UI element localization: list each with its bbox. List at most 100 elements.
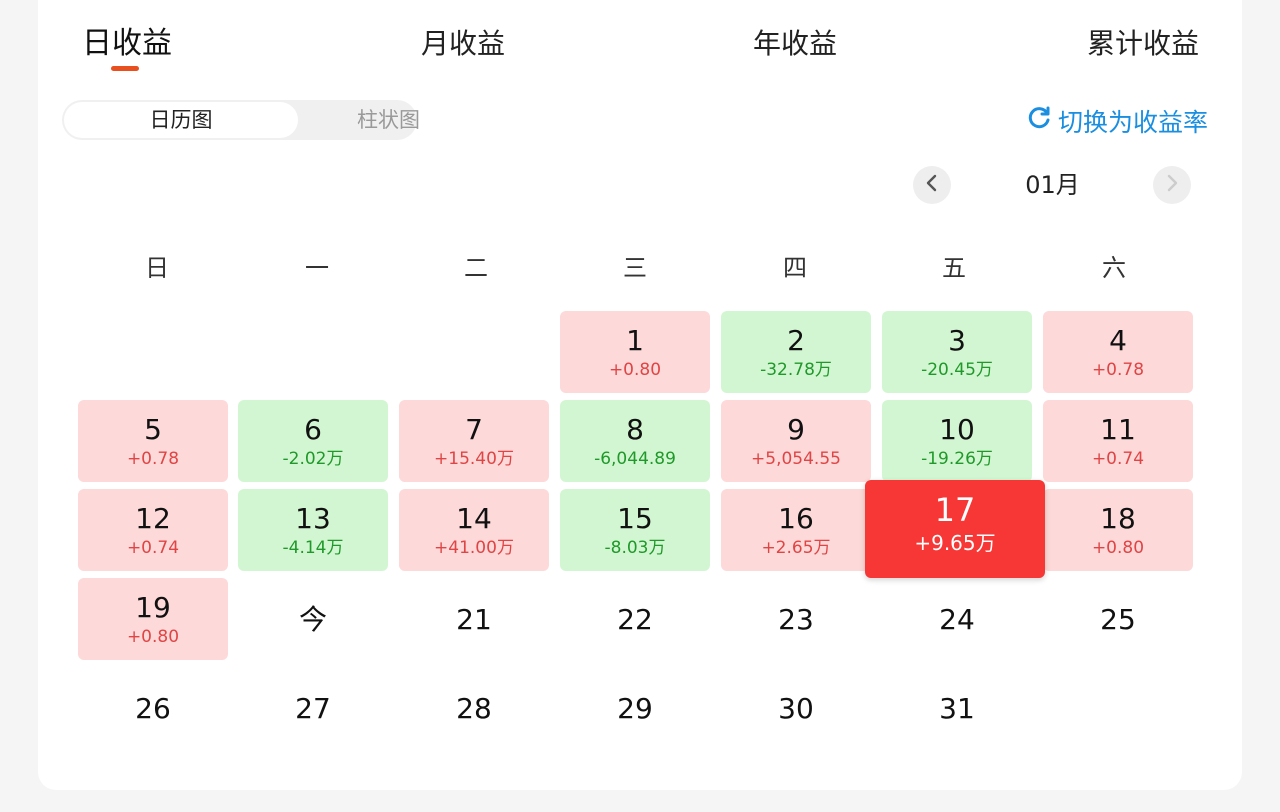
day-number: 11: [1100, 413, 1136, 446]
day-earnings: +0.78: [1091, 360, 1145, 380]
calendar-day[interactable]: 1 +0.80: [560, 311, 710, 393]
calendar-day[interactable]: 8 -6,044.89: [560, 400, 710, 482]
calendar-day[interactable]: 30: [721, 667, 871, 749]
day-earnings: +0.80: [1091, 538, 1145, 558]
calendar-day[interactable]: 29: [560, 667, 710, 749]
day-number: 6: [304, 413, 322, 446]
day-number: 17: [934, 491, 976, 529]
tab-yearly[interactable]: 年收益: [753, 24, 837, 64]
calendar-day[interactable]: 7 +15.40万: [399, 400, 549, 482]
switch-label: 切换为收益率: [1057, 108, 1208, 137]
weekday-tue: 二: [464, 254, 488, 282]
day-number: 15: [617, 502, 653, 535]
day-earnings: +0.80: [608, 360, 662, 380]
day-number: 1: [626, 324, 644, 357]
calendar-day[interactable]: 4 +0.78: [1043, 311, 1193, 393]
view-toggle: 日历图 柱状图: [62, 100, 420, 140]
calendar-day[interactable]: 5 +0.78: [78, 400, 228, 482]
prev-month-button[interactable]: [913, 166, 951, 204]
active-tab-indicator: [111, 66, 139, 71]
tab-cumulative[interactable]: 累计收益: [1087, 24, 1199, 64]
next-month-button[interactable]: [1153, 166, 1191, 204]
day-number: 10: [939, 413, 975, 446]
calendar-day[interactable]: 19 +0.80: [78, 578, 228, 660]
day-earnings: +9.65万: [914, 531, 996, 555]
current-month: 01月: [1025, 171, 1080, 199]
calendar-day[interactable]: 14 +41.00万: [399, 489, 549, 571]
day-earnings: -8.03万: [604, 538, 666, 558]
calendar-day[interactable]: 27: [238, 667, 388, 749]
day-number: 9: [787, 413, 805, 446]
weekday-sat: 六: [1102, 254, 1126, 282]
day-earnings: -6,044.89: [594, 449, 676, 469]
calendar-day[interactable]: 6 -2.02万: [238, 400, 388, 482]
calendar-day[interactable]: 31: [882, 667, 1032, 749]
calendar-day[interactable]: 26: [78, 667, 228, 749]
tab-monthly[interactable]: 月收益: [421, 24, 505, 64]
calendar-day[interactable]: 9 +5,054.55: [721, 400, 871, 482]
day-earnings: -20.45万: [921, 360, 993, 380]
day-number: 今: [298, 603, 327, 636]
calendar-view-button[interactable]: 日历图: [64, 102, 298, 138]
calendar-day[interactable]: 11 +0.74: [1043, 400, 1193, 482]
day-earnings: +0.80: [126, 627, 180, 647]
day-earnings: +0.78: [126, 449, 180, 469]
day-number: 2: [787, 324, 805, 357]
day-number: 30: [778, 692, 814, 725]
calendar-day[interactable]: 16 +2.65万: [721, 489, 871, 571]
tab-daily[interactable]: 日收益: [82, 24, 172, 64]
day-earnings: +41.00万: [434, 538, 514, 558]
weekday-mon: 一: [305, 254, 329, 282]
calendar-day[interactable]: 3 -20.45万: [882, 311, 1032, 393]
day-number: 8: [626, 413, 644, 446]
calendar-day[interactable]: 12 +0.74: [78, 489, 228, 571]
day-number: 21: [456, 603, 492, 636]
calendar-day[interactable]: 22: [560, 578, 710, 660]
day-number: 28: [456, 692, 492, 725]
calendar-day[interactable]: 24: [882, 578, 1032, 660]
day-earnings: -32.78万: [760, 360, 832, 380]
switch-to-rate-button[interactable]: 切换为收益率: [1026, 104, 1208, 138]
day-number: 4: [1109, 324, 1127, 357]
calendar-day[interactable]: 23: [721, 578, 871, 660]
bar-chart-view-button[interactable]: 柱状图: [300, 100, 477, 140]
earnings-tabs: 日收益 月收益 年收益 累计收益: [0, 0, 1280, 90]
calendar-day-today[interactable]: 今: [238, 578, 388, 660]
day-number: 29: [617, 692, 653, 725]
weekday-sun: 日: [145, 254, 169, 282]
day-earnings: -4.14万: [282, 538, 344, 558]
calendar-day-selected[interactable]: 17 +9.65万: [865, 480, 1045, 578]
day-number: 12: [135, 502, 171, 535]
chevron-right-icon: [1165, 174, 1179, 196]
day-number: 16: [778, 502, 814, 535]
day-number: 23: [778, 603, 814, 636]
refresh-icon: [1026, 105, 1058, 137]
day-earnings: +0.74: [1091, 449, 1145, 469]
day-number: 14: [456, 502, 492, 535]
day-number: 18: [1100, 502, 1136, 535]
calendar-day[interactable]: 15 -8.03万: [560, 489, 710, 571]
day-number: 3: [948, 324, 966, 357]
day-earnings: -19.26万: [921, 449, 993, 469]
day-earnings: -2.02万: [282, 449, 344, 469]
day-number: 22: [617, 603, 653, 636]
calendar-day[interactable]: 13 -4.14万: [238, 489, 388, 571]
day-number: 7: [465, 413, 483, 446]
calendar-day[interactable]: 10 -19.26万: [882, 400, 1032, 482]
calendar-day[interactable]: 28: [399, 667, 549, 749]
day-number: 26: [135, 692, 171, 725]
day-number: 19: [135, 591, 171, 624]
calendar-day[interactable]: 18 +0.80: [1043, 489, 1193, 571]
weekday-wed: 三: [623, 254, 647, 282]
day-earnings: +5,054.55: [751, 449, 841, 469]
calendar-day[interactable]: 21: [399, 578, 549, 660]
calendar-day[interactable]: 25: [1043, 578, 1193, 660]
day-number: 27: [295, 692, 331, 725]
calendar-day[interactable]: 2 -32.78万: [721, 311, 871, 393]
day-earnings: +15.40万: [434, 449, 514, 469]
weekday-fri: 五: [942, 254, 966, 282]
day-number: 24: [939, 603, 975, 636]
day-number: 31: [939, 692, 975, 725]
day-earnings: +0.74: [126, 538, 180, 558]
day-number: 25: [1100, 603, 1136, 636]
